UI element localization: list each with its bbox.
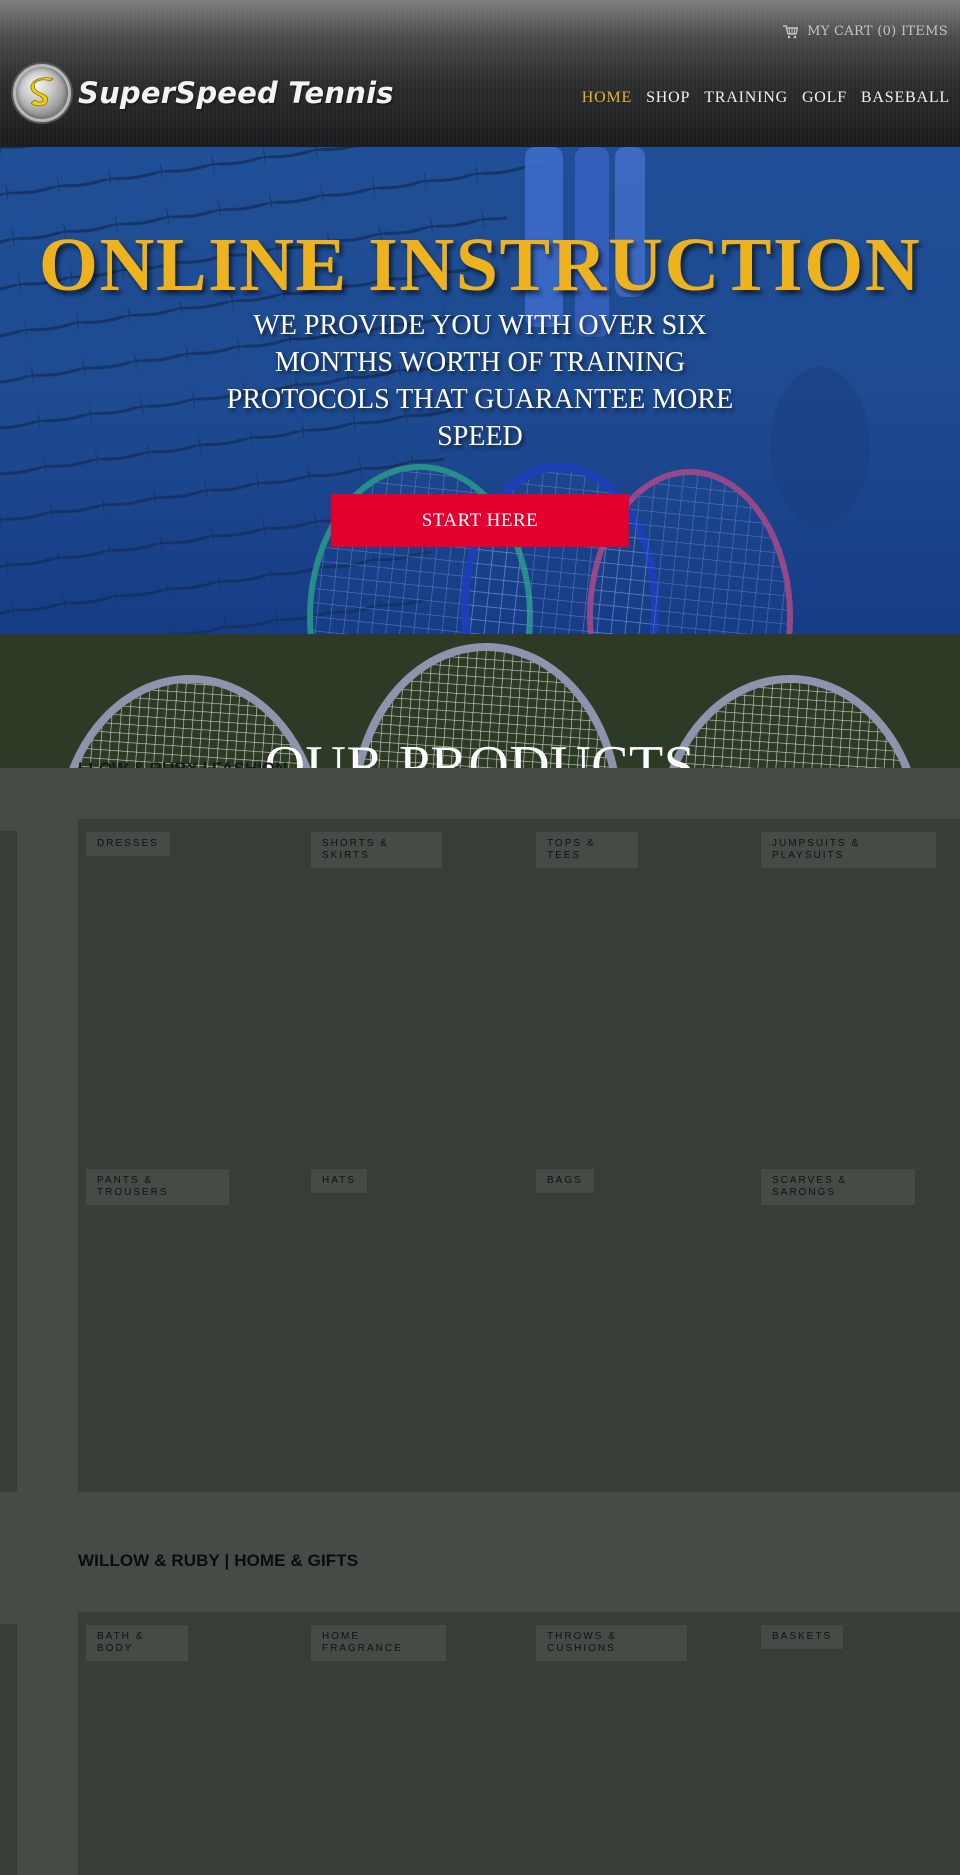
start-here-button[interactable]: START HERE <box>331 494 629 547</box>
cart-link[interactable]: MY CART (0) ITEMS <box>783 24 948 39</box>
fashion-left-strip <box>0 831 17 1506</box>
category-dresses[interactable]: DRESSES <box>86 832 170 856</box>
home-gifts-category-panel: BATH & BODY HOME FRAGRANCE THROWS & CUSH… <box>78 1612 960 1875</box>
hero-title: ONLINE INSTRUCTION <box>38 223 922 307</box>
fashion-category-panel: DRESSES SHORTS & SKIRTS TOPS & TEES JUMP… <box>78 819 960 1492</box>
category-baskets[interactable]: BASKETS <box>761 1625 844 1649</box>
home-gifts-title: WILLOW & RUBY | HOME & GIFTS <box>78 1551 359 1570</box>
category-home-fragrance[interactable]: HOME FRAGRANCE <box>311 1625 446 1661</box>
category-throws-cushions[interactable]: THROWS & CUSHIONS <box>536 1625 687 1661</box>
home-gifts-left-strip <box>0 1624 17 1875</box>
nav-home[interactable]: HOME <box>582 89 632 107</box>
category-pants-trousers[interactable]: PANTS & TROUSERS <box>86 1169 229 1205</box>
fashion-header-band <box>0 768 960 819</box>
nav-shop[interactable]: SHOP <box>646 89 690 107</box>
cart-icon <box>783 24 799 38</box>
nav-training[interactable]: TRAINING <box>704 89 788 107</box>
category-hats[interactable]: HATS <box>311 1169 367 1193</box>
site-header: SuperSpeed Tennis MY CART (0) ITEMS HOME… <box>0 0 960 147</box>
category-shorts-skirts[interactable]: SHORTS & SKIRTS <box>311 832 442 868</box>
nav-baseball[interactable]: BASEBALL <box>861 89 950 107</box>
hero-subtitle: WE PROVIDE YOU WITH OVER SIX MONTHS WORT… <box>226 310 734 452</box>
s-badge-icon <box>13 64 71 122</box>
category-tops-tees[interactable]: TOPS & TEES <box>536 832 638 868</box>
products-banner: OUR PRODUCTS LLOW & RUBY | FASHION <box>0 634 960 780</box>
logo-link[interactable]: SuperSpeed Tennis <box>13 64 394 122</box>
nav-golf[interactable]: GOLF <box>802 89 847 107</box>
cart-label: MY CART (0) ITEMS <box>807 24 948 39</box>
main-nav: HOME SHOP TRAINING GOLF BASEBALL <box>582 89 950 107</box>
category-jumpsuits-playsuits[interactable]: JUMPSUITS & PLAYSUITS <box>761 832 936 868</box>
category-bags[interactable]: BAGS <box>536 1169 594 1193</box>
category-scarves-sarongs[interactable]: SCARVES & SARONGS <box>761 1169 915 1205</box>
brand-name: SuperSpeed Tennis <box>78 76 394 110</box>
category-bath-body[interactable]: BATH & BODY <box>86 1625 188 1661</box>
hero-banner: ONLINE INSTRUCTION WE PROVIDE YOU WITH O… <box>0 147 960 634</box>
